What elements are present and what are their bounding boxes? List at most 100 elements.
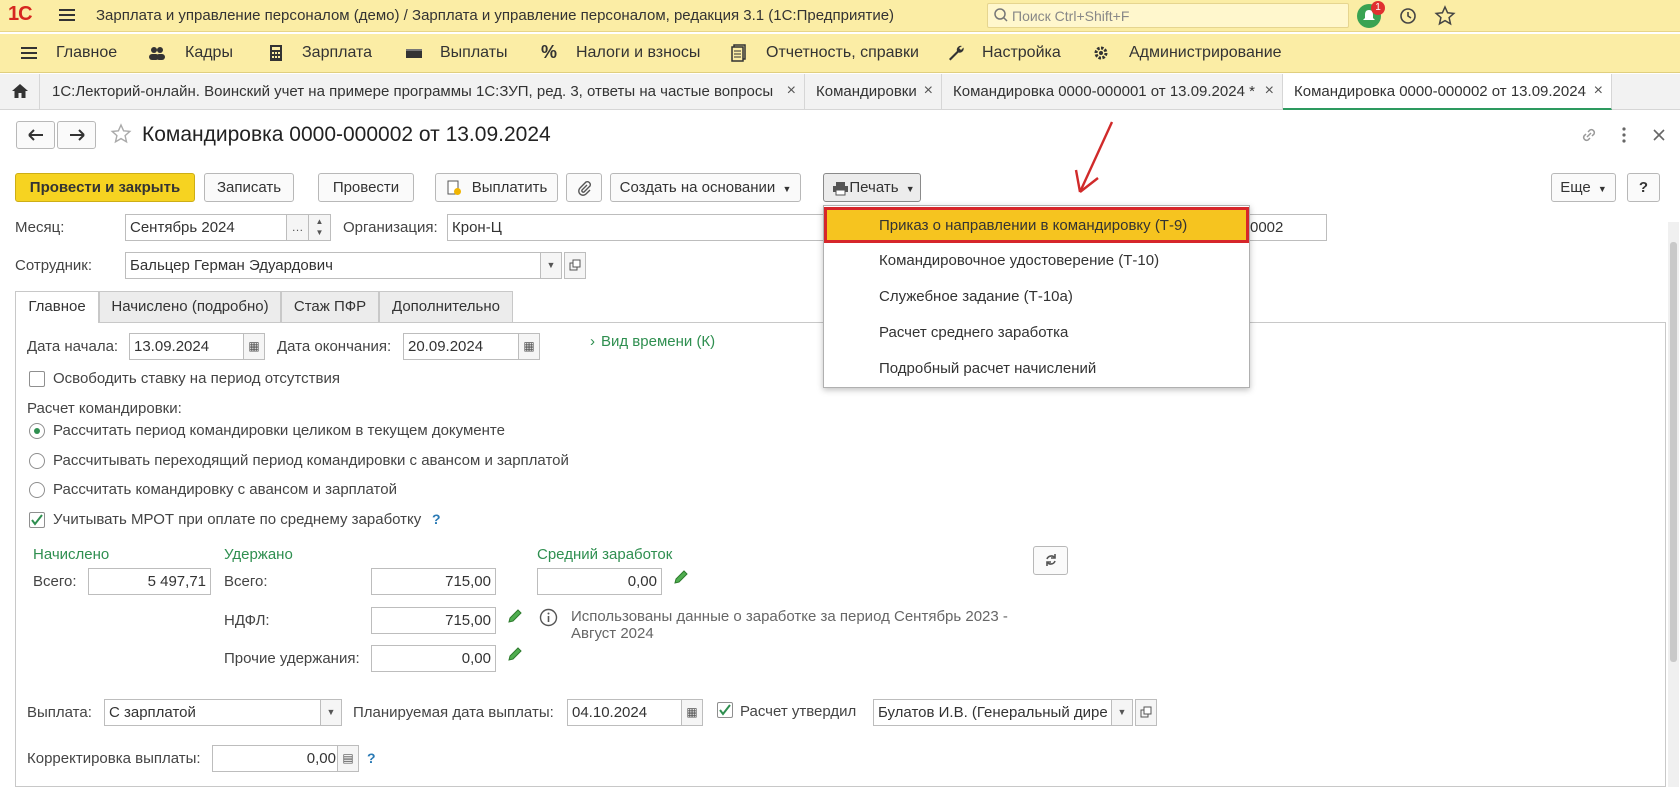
average-earnings-field[interactable]: 0,00 bbox=[537, 568, 662, 595]
menu-item-taxes[interactable]: Налоги и взносы bbox=[576, 44, 700, 62]
search-input[interactable]: Поиск Ctrl+Shift+F bbox=[987, 3, 1349, 28]
correction-field[interactable]: 0,00 bbox=[212, 745, 341, 772]
star-icon[interactable] bbox=[1434, 5, 1456, 27]
print-menu-item-t10a[interactable]: Служебное задание (Т-10а) bbox=[824, 279, 1249, 315]
tab-lecture[interactable]: 1С:Лекторий-онлайн. Воинский учет на при… bbox=[41, 74, 805, 110]
calendar-icon[interactable]: ▦ bbox=[243, 333, 265, 360]
close-icon[interactable]: × bbox=[1594, 82, 1603, 100]
save-button[interactable]: Записать bbox=[204, 173, 294, 202]
home-tab[interactable] bbox=[0, 74, 40, 110]
menu-item-reports[interactable]: Отчетность, справки bbox=[766, 44, 919, 62]
back-button[interactable] bbox=[16, 121, 55, 149]
chevron-down-icon: ▼ bbox=[782, 184, 792, 194]
scrollbar-thumb[interactable] bbox=[1670, 242, 1677, 662]
close-icon[interactable]: × bbox=[924, 82, 933, 100]
vertical-scrollbar[interactable] bbox=[1668, 222, 1679, 787]
main-menu-icon[interactable] bbox=[58, 6, 76, 24]
refresh-icon bbox=[1045, 554, 1056, 566]
month-select-button[interactable]: … bbox=[286, 214, 309, 241]
payout-dropdown-button[interactable]: ▼ bbox=[320, 699, 342, 726]
withheld-title: Удержано bbox=[224, 546, 293, 563]
payout-field[interactable]: С зарплатой bbox=[104, 699, 325, 726]
time-type-label: Вид времени (К) bbox=[601, 333, 716, 350]
close-icon[interactable]: × bbox=[787, 82, 796, 100]
menu-item-salary[interactable]: Зарплата bbox=[302, 44, 372, 62]
approved-dropdown-button[interactable]: ▼ bbox=[1111, 699, 1133, 726]
mrot-checkbox[interactable] bbox=[29, 512, 45, 528]
form-tab-accrued-detail[interactable]: Начислено (подробно) bbox=[99, 291, 281, 322]
organization-field[interactable]: Крон-Ц bbox=[447, 214, 827, 241]
calculator-icon[interactable]: ▤ bbox=[337, 745, 359, 772]
title-bar: 1С Зарплата и управление персоналом (дем… bbox=[0, 0, 1680, 32]
print-menu-item-detailed-calc[interactable]: Подробный расчет начислений bbox=[824, 351, 1249, 387]
radio-with-advance[interactable] bbox=[29, 482, 45, 498]
tab-trips-list[interactable]: Командировки × bbox=[805, 74, 942, 110]
post-and-close-button[interactable]: Провести и закрыть bbox=[15, 173, 195, 202]
menu-item-personnel[interactable]: Кадры bbox=[185, 44, 233, 62]
post-button[interactable]: Провести bbox=[318, 173, 414, 202]
history-icon[interactable] bbox=[1398, 6, 1418, 26]
radio-with-advance-label: Рассчитать командировку с авансом и зарп… bbox=[53, 481, 397, 498]
pencil-icon[interactable] bbox=[506, 607, 524, 625]
calendar-icon[interactable]: ▦ bbox=[518, 333, 540, 360]
employee-open-button[interactable] bbox=[564, 252, 586, 279]
approved-by-field[interactable]: Булатов И.В. (Генеральный дире bbox=[873, 699, 1112, 726]
calendar-icon[interactable]: ▦ bbox=[681, 699, 703, 726]
print-menu-item-t10[interactable]: Командировочное удостоверение (Т-10) bbox=[824, 243, 1249, 279]
ndfl-field[interactable]: 715,00 bbox=[371, 607, 496, 634]
form-tab-additional[interactable]: Дополнительно bbox=[379, 291, 513, 322]
print-menu-item-t9[interactable]: Приказ о направлении в командировку (Т-9… bbox=[824, 207, 1249, 243]
forward-button[interactable] bbox=[57, 121, 96, 149]
create-based-on-button[interactable]: Создать на основании ▼ bbox=[610, 173, 801, 202]
approved-checkbox[interactable] bbox=[717, 702, 733, 718]
radio-whole-period[interactable] bbox=[29, 423, 45, 439]
print-menu-item-average-earnings[interactable]: Расчет среднего заработка bbox=[824, 315, 1249, 351]
list-icon[interactable] bbox=[20, 44, 38, 62]
favorite-star-icon[interactable] bbox=[110, 123, 132, 145]
accrued-title: Начислено bbox=[33, 546, 110, 563]
help-button[interactable]: ? bbox=[1627, 173, 1660, 202]
month-field[interactable]: Сентябрь 2024 bbox=[125, 214, 287, 241]
refresh-button[interactable] bbox=[1033, 546, 1068, 575]
employee-field[interactable]: Бальцер Герман Эдуардович bbox=[125, 252, 541, 279]
print-button[interactable]: Печать ▼ bbox=[823, 173, 921, 202]
attach-button[interactable] bbox=[566, 173, 602, 202]
pencil-icon[interactable] bbox=[506, 645, 524, 663]
radio-transitional[interactable] bbox=[29, 453, 45, 469]
more-button[interactable]: Еще ▼ bbox=[1551, 173, 1616, 202]
notification-badge: 1 bbox=[1371, 1, 1385, 15]
menu-item-admin[interactable]: Администрирование bbox=[1129, 44, 1282, 62]
pencil-icon[interactable] bbox=[672, 568, 690, 586]
free-rate-checkbox[interactable] bbox=[29, 371, 45, 387]
employee-dropdown-button[interactable]: ▼ bbox=[540, 252, 562, 279]
other-withholdings-field[interactable]: 0,00 bbox=[371, 645, 496, 672]
tab-trip-000002[interactable]: Командировка 0000-000002 от 13.09.2024 × bbox=[1283, 74, 1612, 110]
approved-open-button[interactable] bbox=[1135, 699, 1157, 726]
more-vertical-icon[interactable] bbox=[1617, 126, 1631, 144]
end-date-field[interactable]: 20.09.2024 bbox=[403, 333, 520, 360]
start-date-field[interactable]: 13.09.2024 bbox=[129, 333, 246, 360]
withheld-total-field[interactable]: 715,00 bbox=[371, 568, 496, 595]
form-tab-main[interactable]: Главное bbox=[15, 291, 99, 323]
home-icon bbox=[12, 84, 28, 98]
accrued-total-field[interactable]: 5 497,71 bbox=[88, 568, 211, 595]
link-icon[interactable] bbox=[1580, 126, 1598, 144]
time-type-link[interactable]: › Вид времени (К) bbox=[590, 333, 715, 350]
end-date-label: Дата окончания: bbox=[277, 338, 392, 355]
notifications-icon[interactable]: 1 bbox=[1357, 1, 1385, 28]
form-tab-pension-service[interactable]: Стаж ПФР bbox=[281, 291, 379, 322]
info-text-line1: Использованы данные о заработке за перио… bbox=[571, 608, 1008, 625]
document-number-field[interactable]: 0002 bbox=[1245, 214, 1327, 241]
help-question-icon[interactable]: ? bbox=[367, 750, 376, 766]
menu-item-settings[interactable]: Настройка bbox=[982, 44, 1061, 62]
menu-item-payments[interactable]: Выплаты bbox=[440, 44, 508, 62]
help-question-icon[interactable]: ? bbox=[432, 511, 441, 527]
pay-button[interactable]: Выплатить bbox=[435, 173, 558, 202]
people-icon bbox=[149, 47, 165, 60]
close-icon[interactable]: × bbox=[1265, 82, 1274, 100]
planned-date-field[interactable]: 04.10.2024 bbox=[567, 699, 683, 726]
close-form-icon[interactable] bbox=[1651, 127, 1667, 143]
month-stepper[interactable]: ▲ ▼ bbox=[308, 214, 331, 241]
menu-item-main[interactable]: Главное bbox=[56, 44, 117, 62]
tab-trip-000001[interactable]: Командировка 0000-000001 от 13.09.2024 *… bbox=[942, 74, 1283, 110]
